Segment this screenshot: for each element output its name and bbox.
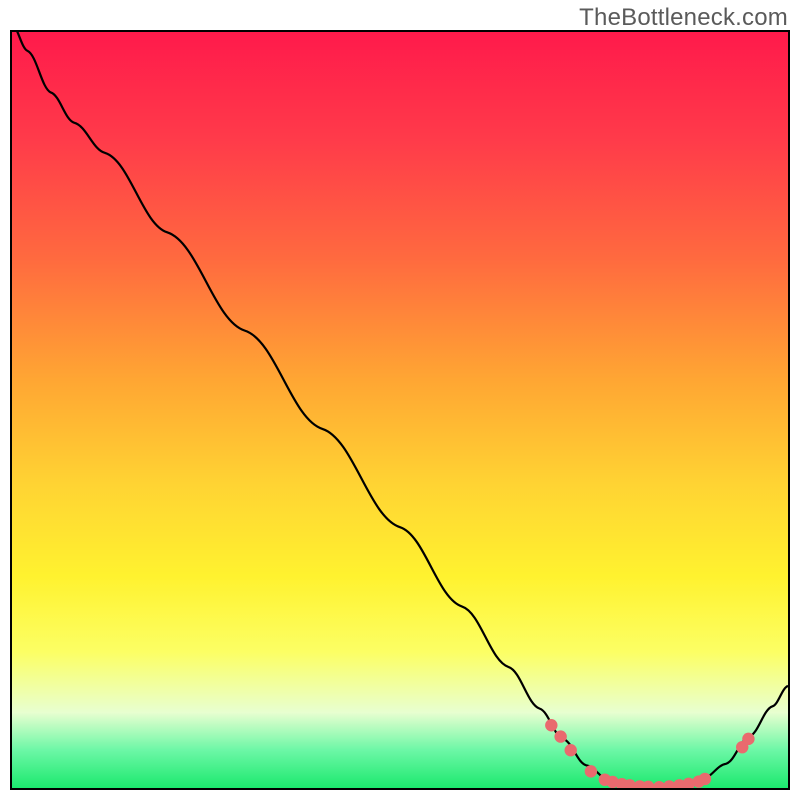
- chart-container: TheBottleneck.com: [0, 0, 800, 800]
- data-dot: [565, 744, 577, 756]
- curve-layer: [12, 32, 788, 788]
- data-dot: [742, 733, 754, 745]
- data-dot: [554, 730, 566, 742]
- data-dot: [585, 765, 597, 777]
- data-dot: [642, 781, 654, 788]
- data-dot: [699, 773, 711, 785]
- watermark-text: TheBottleneck.com: [579, 4, 788, 32]
- plot-area: [10, 30, 790, 790]
- data-dot: [545, 719, 557, 731]
- bottleneck-curve: [12, 32, 788, 788]
